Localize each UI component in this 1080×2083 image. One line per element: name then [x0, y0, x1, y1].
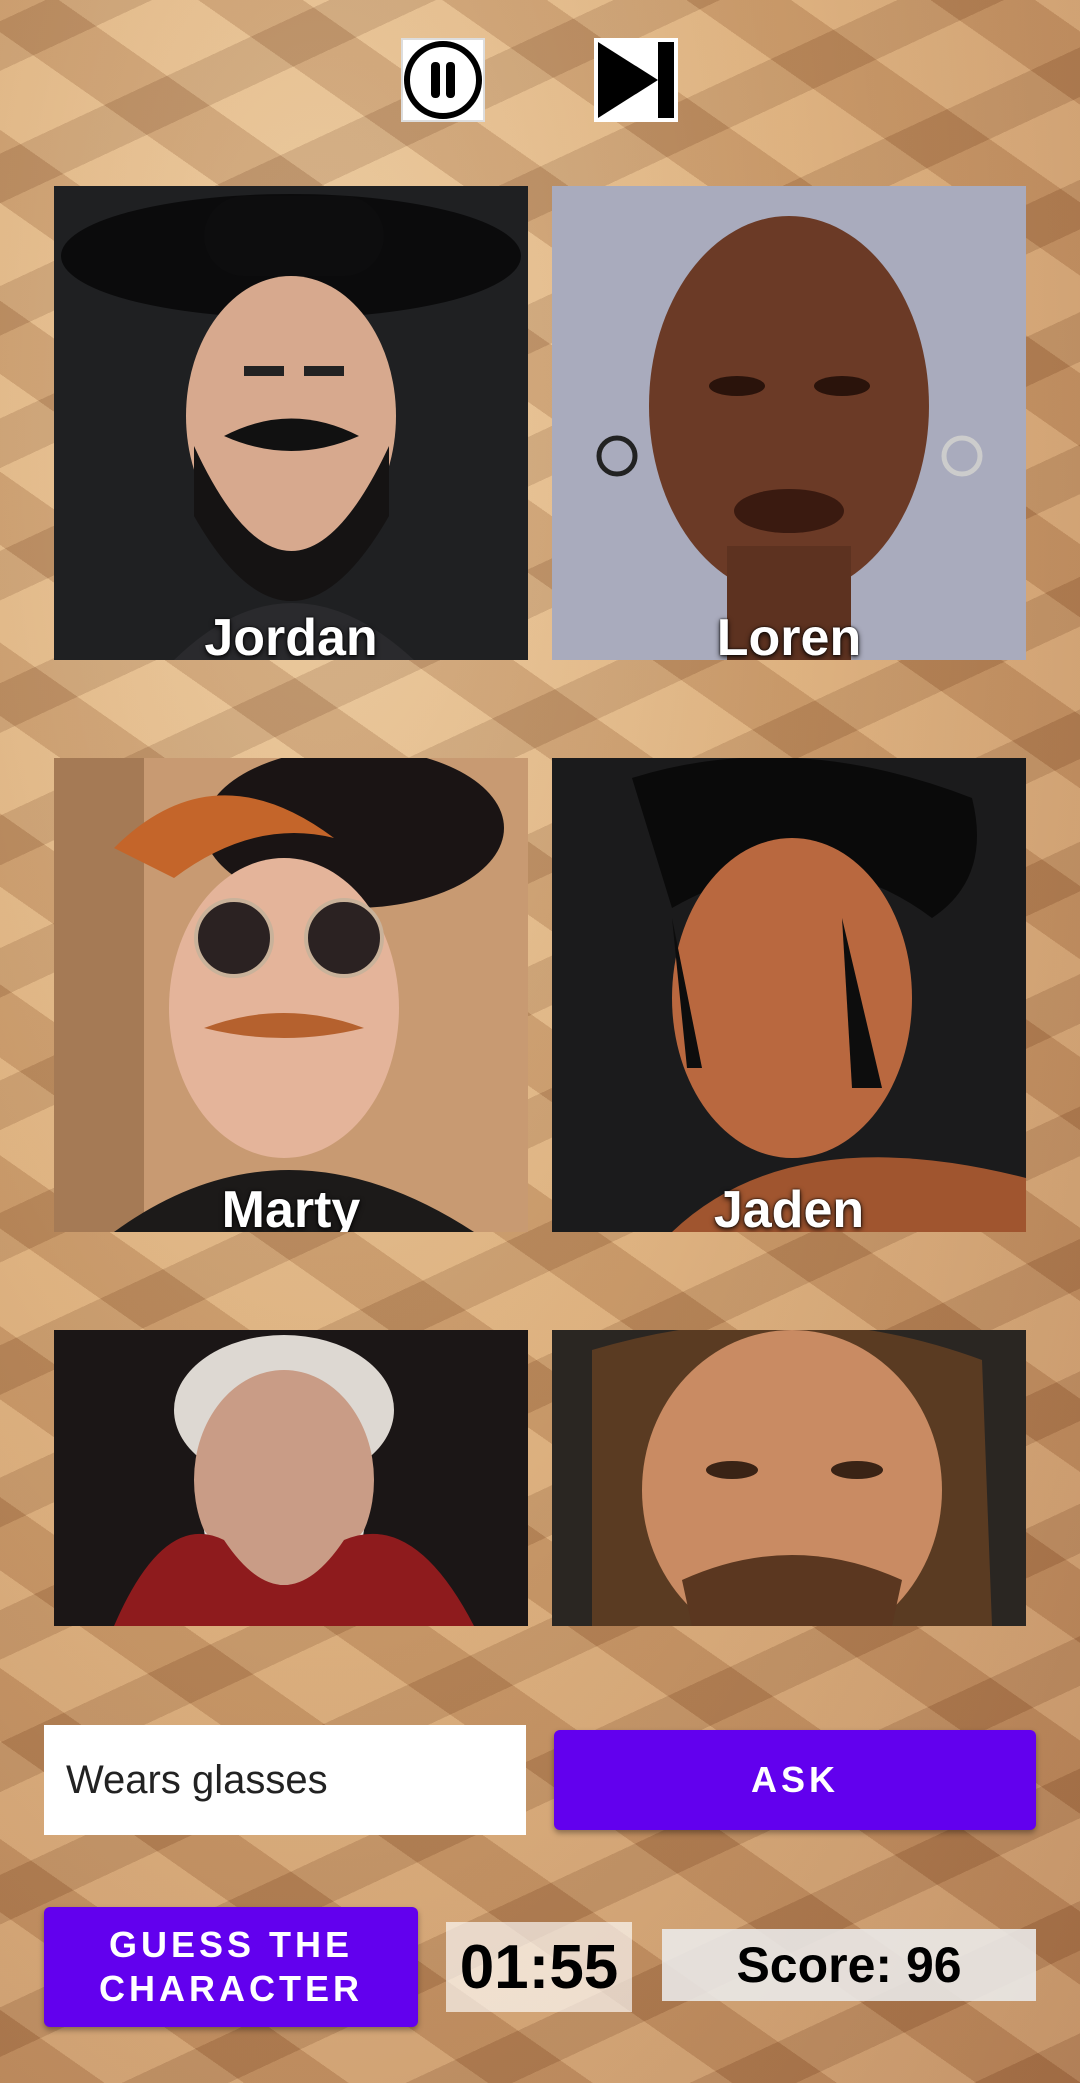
character-portrait [552, 758, 1026, 1232]
character-card-5[interactable] [54, 1330, 528, 1626]
character-name: Jordan [204, 609, 378, 660]
character-portrait [552, 1330, 1026, 1626]
character-card-loren[interactable]: Loren [552, 186, 1026, 660]
character-card-jordan[interactable]: Jordan [54, 186, 528, 660]
character-name: Marty [221, 1181, 361, 1232]
guess-character-button[interactable]: GUESS THE CHARACTER [44, 1907, 418, 2027]
character-portrait [54, 758, 528, 1232]
skip-button[interactable] [594, 38, 678, 122]
pause-button[interactable] [401, 38, 485, 122]
character-portrait [552, 186, 1026, 660]
pause-icon [404, 41, 482, 119]
character-card-jaden[interactable]: Jaden [552, 758, 1026, 1232]
score-display: Score: 96 [662, 1929, 1036, 2001]
character-portrait [54, 186, 528, 660]
character-name: Jaden [713, 1181, 865, 1232]
ask-button[interactable]: ASK [554, 1730, 1036, 1830]
question-input[interactable] [44, 1725, 526, 1835]
character-card-marty[interactable]: Marty [54, 758, 528, 1232]
character-portrait [54, 1330, 528, 1626]
top-controls [0, 38, 1080, 124]
character-name: Loren [716, 609, 862, 660]
skip-next-icon [598, 42, 674, 118]
timer-display: 01:55 [446, 1922, 632, 2012]
character-card-6[interactable] [552, 1330, 1026, 1626]
